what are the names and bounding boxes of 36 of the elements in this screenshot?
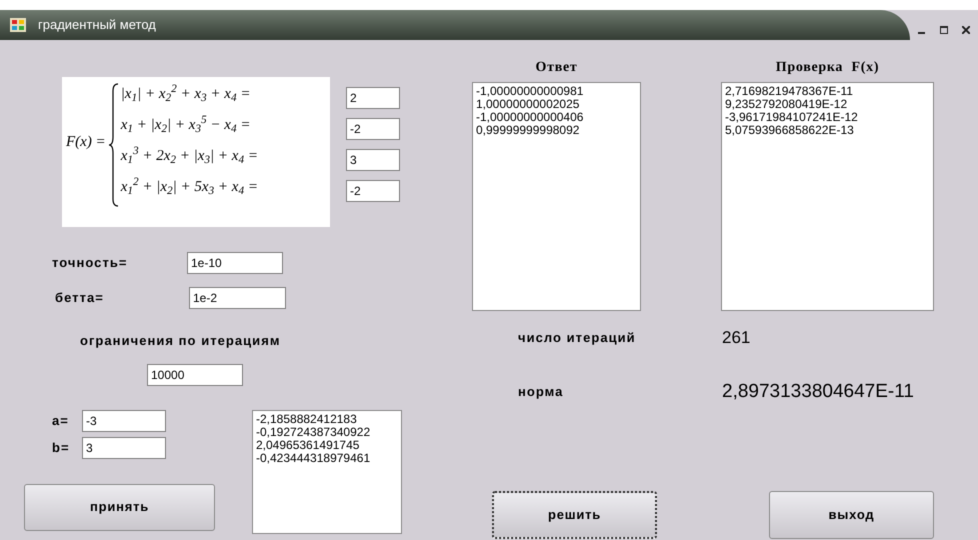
action-button[interactable]: решить bbox=[492, 491, 657, 539]
initial-values-list[interactable]: -2,1858882412183 -0,192724387340922 2,04965361491745 -0,423444318979461 bbox=[252, 410, 402, 534]
equation-line: x$_{1}$$^{3}$ + 2x$_{2}$ + |x$_{3}$| + x$_{4}$ = bbox=[120, 145, 258, 167]
iterations-value: 261 bbox=[722, 327, 750, 349]
window-title: градиентный метод bbox=[38, 16, 156, 34]
check-heading: Проверка F(x) bbox=[776, 59, 880, 77]
equation-line: x$_{1}$$^{2}$ + |x$_{2}$| + 5x$_{3}$ + x$_{4}$ = bbox=[120, 176, 258, 198]
rhs-field[interactable]: -2 bbox=[346, 180, 400, 202]
action-button[interactable]: принять bbox=[24, 484, 215, 530]
answer-heading: Ответ bbox=[536, 59, 578, 77]
brace-icon bbox=[108, 83, 119, 207]
norm-value: 2,8973133804647E-11 bbox=[722, 380, 914, 404]
a-field[interactable]: -3 bbox=[82, 410, 166, 432]
close-icon[interactable] bbox=[962, 26, 970, 34]
field-label: a= bbox=[52, 412, 70, 430]
iteration-limit-field[interactable]: 10000 bbox=[147, 364, 243, 386]
formula-lhs: F(x) = bbox=[66, 133, 106, 152]
app-icon bbox=[10, 18, 26, 32]
equation-line: |x$_{1}$| + x$_{2}$$^{2}$ + x$_{3}$ + x$_{4}$ = bbox=[120, 83, 252, 105]
field-label: бетта= bbox=[55, 289, 105, 308]
b-field[interactable]: 3 bbox=[82, 436, 166, 458]
action-button[interactable]: выход bbox=[769, 491, 934, 539]
rhs-field[interactable]: -2 bbox=[346, 118, 400, 140]
field-label: b= bbox=[52, 438, 71, 457]
accuracy-field[interactable]: 1e-10 bbox=[187, 252, 283, 274]
answer-list[interactable]: -1,00000000000981 1,00000000002025 -1,00000000000406 0,99999999998092 bbox=[472, 82, 641, 311]
maximize-icon[interactable] bbox=[940, 26, 948, 34]
equation-line: x$_{1}$ + |x$_{2}$| + x$_{3}$$^{5}$ − x$_{4}$ = bbox=[120, 114, 252, 136]
field-label: норма bbox=[518, 383, 564, 401]
field-label: число итераций bbox=[518, 329, 637, 347]
check-list[interactable]: 2,71698219478367E-11 9,2352792080419E-12 -3,96171984107241E-12 5,07593966858622E-13 bbox=[721, 82, 934, 311]
rhs-field[interactable]: 2 bbox=[346, 87, 400, 109]
rhs-field[interactable]: 3 bbox=[346, 149, 400, 171]
field-label: ограничения по итерациям bbox=[80, 332, 282, 350]
beta-field[interactable]: 1e-2 bbox=[189, 287, 286, 309]
field-label: точность= bbox=[52, 254, 129, 272]
